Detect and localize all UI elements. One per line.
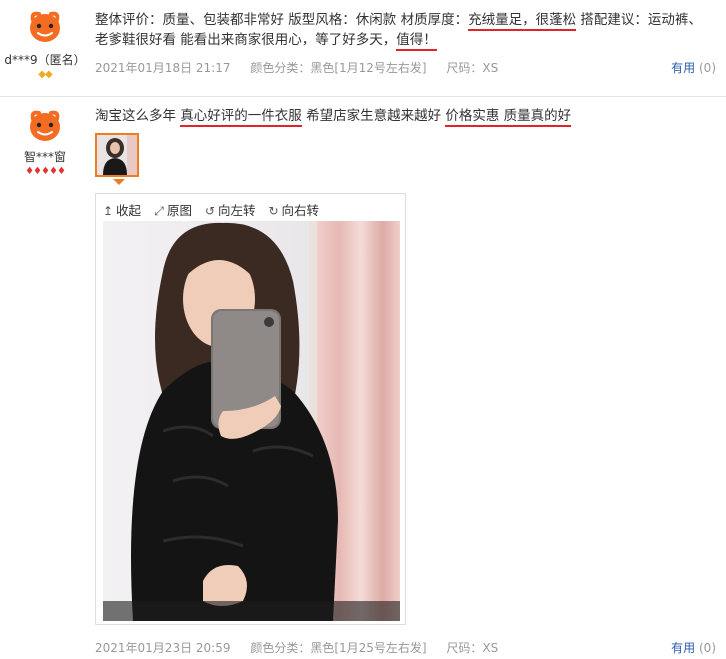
review-text-segment: 希望店家生意越来越好	[301, 108, 446, 124]
review-date: 2021年01月18日 21:17	[95, 61, 231, 75]
review-meta: 2021年01月23日 20:59 颜色分类：黑色[1月25号左右发] 尺码：X…	[95, 639, 514, 656]
size-info: 尺码：XS	[446, 641, 499, 655]
review-text-highlight: 价格实惠 质量真的好	[445, 108, 572, 127]
rotate-right-icon: ↻	[268, 204, 279, 218]
review-text-highlight: 值得！	[396, 32, 437, 51]
viewer-toolbar: ↥ 收起 ⤢ 原图 ↺ 向左转 ↻ 向右转	[102, 200, 327, 219]
review-text-segment: 整体评价：质量、包装都非常好 版型风格：休闲款 材质厚度：	[95, 12, 469, 28]
helpful-button[interactable]: 有用 (0)	[671, 639, 716, 656]
helpful-label[interactable]: 有用	[671, 641, 695, 655]
rotate-left-icon: ↺	[204, 204, 216, 218]
helpful-label[interactable]: 有用	[671, 61, 695, 75]
rotate-left-button[interactable]: ↺ 向左转	[204, 200, 256, 219]
review-text-highlight: 真心好评的一件衣服	[180, 108, 302, 127]
collapse-label: 收起	[116, 203, 142, 218]
taobao-mascot-icon	[25, 105, 65, 145]
original-label: 原图	[167, 203, 193, 218]
buyer-level-badge: ◆◆	[38, 69, 52, 80]
arrow-up-icon: ↥	[102, 204, 114, 218]
expand-icon: ⤢	[154, 204, 164, 218]
review-text: 整体评价：质量、包装都非常好 版型风格：休闲款 材质厚度：充绒量足，很蓬松 搭配…	[95, 10, 712, 51]
review-date: 2021年01月23日 20:59	[95, 641, 231, 655]
rotate-left-label: 向左转	[218, 203, 256, 218]
username[interactable]: 智***窗	[0, 148, 90, 165]
original-image-button[interactable]: ⤢ 原图	[153, 200, 192, 219]
review-item: d***9（匿名） ◆◆ 整体评价：质量、包装都非常好 版型风格：休闲款 材质厚…	[0, 0, 726, 97]
helpful-button[interactable]: 有用 (0)	[671, 59, 716, 76]
taobao-mascot-icon	[25, 6, 65, 46]
avatar[interactable]	[25, 105, 65, 145]
review-text-segment: 淘宝这么多年	[95, 108, 181, 124]
username[interactable]: d***9（匿名）	[0, 51, 90, 68]
size-info: 尺码：XS	[446, 61, 499, 75]
buyer-level-badge: ♦♦♦♦♦	[25, 166, 66, 177]
rotate-right-button[interactable]: ↻ 向右转	[268, 200, 320, 219]
review-meta: 2021年01月18日 21:17 颜色分类：黑色[1月12号左右发] 尺码：X…	[95, 59, 514, 76]
review-item: 智***窗 ♦♦♦♦♦ 淘宝这么多年 真心好评的一件衣服 希望店家生意越来越好 …	[0, 97, 726, 659]
review-photo[interactable]	[103, 221, 400, 621]
rotate-right-label: 向右转	[281, 203, 320, 218]
color-class: 颜色分类：黑色[1月25号左右发]	[250, 641, 427, 655]
review-text: 淘宝这么多年 真心好评的一件衣服 希望店家生意越来越好 价格实惠 质量真的好	[95, 106, 712, 127]
collapse-button[interactable]: ↥ 收起	[102, 200, 141, 219]
review-text-highlight: 充绒量足，很蓬松	[468, 12, 577, 31]
thumbnail-pointer	[113, 179, 125, 185]
helpful-count: (0)	[699, 61, 716, 75]
photo-viewer: ↥ 收起 ⤢ 原图 ↺ 向左转 ↻ 向右转	[95, 193, 406, 625]
avatar[interactable]	[25, 6, 65, 46]
helpful-count: (0)	[699, 641, 716, 655]
color-class: 颜色分类：黑色[1月12号左右发]	[250, 61, 427, 75]
photo-thumbnail[interactable]	[95, 133, 139, 177]
